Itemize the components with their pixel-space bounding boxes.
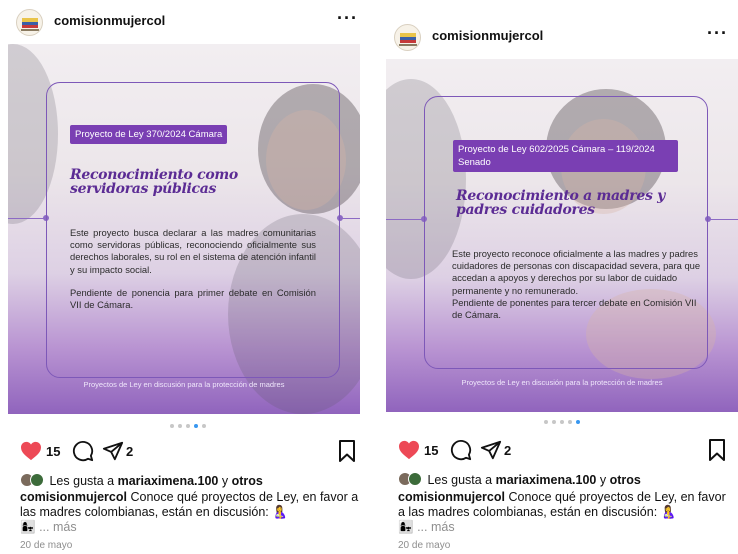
post-header: comisionmujercol ··· (386, 15, 738, 59)
comment-icon[interactable] (450, 439, 472, 461)
post-header: comisionmujercol ··· (8, 0, 368, 44)
bill-title: Reconocimiento a madres y padres cuidado… (456, 188, 665, 218)
post-caption: comisionmujercol Conoce qué proyectos de… (20, 490, 359, 534)
image-footer: Proyectos de Ley en discusión para la pr… (461, 378, 663, 387)
caption-username[interactable]: comisionmujercol (20, 490, 127, 504)
post-caption: comisionmujercol Conoce qué proyectos de… (398, 490, 726, 534)
profile-avatar[interactable] (16, 9, 43, 36)
heart-icon[interactable] (398, 440, 420, 460)
like-count[interactable]: 15 (46, 444, 60, 459)
bill-tag: Proyecto de Ley 602/2025 Cámara – 119/20… (453, 140, 678, 172)
bill-description: Este proyecto reconoce oficialmente a la… (452, 248, 701, 321)
username-link[interactable]: comisionmujercol (54, 13, 165, 28)
heart-icon[interactable] (20, 441, 42, 461)
comment-icon[interactable] (72, 440, 94, 462)
post-date: 20 de mayo (398, 540, 451, 551)
post-actions: 15 2 (386, 436, 738, 466)
post-image[interactable]: Proyecto de Ley 602/2025 Cámara – 119/20… (386, 59, 738, 412)
share-icon[interactable] (102, 440, 124, 462)
liker-avatars (398, 472, 424, 486)
mother-baby-emoji: 🤱 (660, 505, 677, 519)
more-link[interactable]: ... más (417, 520, 455, 534)
caption-username[interactable]: comisionmujercol (398, 490, 505, 504)
bill-description: Este proyecto busca declarar a las madre… (70, 227, 316, 311)
family-emoji: 👩‍👧 (398, 520, 414, 534)
carousel-indicator (386, 420, 738, 424)
bookmark-icon[interactable] (708, 439, 726, 461)
liker-avatars (20, 473, 46, 487)
bookmark-icon[interactable] (338, 440, 356, 462)
username-link[interactable]: comisionmujercol (432, 28, 543, 43)
share-count: 2 (126, 444, 134, 459)
share-count: 2 (504, 443, 512, 458)
bill-title: Reconocimiento como servidoras públicas (70, 167, 238, 197)
post-date: 20 de mayo (20, 540, 73, 551)
profile-avatar[interactable] (394, 24, 421, 51)
post-2: comisionmujercol ··· Proyecto de Ley 602… (386, 15, 738, 554)
post-image[interactable]: Proyecto de Ley 370/2024 Cámara Reconoci… (8, 44, 360, 414)
family-emoji: 👩‍👧 (20, 520, 36, 534)
image-footer: Proyectos de Ley en discusión para la pr… (83, 380, 285, 389)
liked-by[interactable]: Les gusta a mariaximena.100 y otros (20, 473, 263, 488)
bill-tag: Proyecto de Ley 370/2024 Cámara (70, 125, 228, 144)
mother-baby-emoji: 🤱 (272, 505, 288, 519)
post-1: comisionmujercol ··· Proyecto de Ley 370… (8, 0, 368, 554)
like-count[interactable]: 15 (424, 443, 438, 458)
share-icon[interactable] (480, 439, 502, 461)
more-link[interactable]: ... más (39, 520, 77, 534)
info-card-frame (424, 96, 708, 369)
post-actions: 15 2 (8, 437, 368, 467)
carousel-indicator (8, 424, 368, 428)
more-options-icon[interactable]: ··· (707, 23, 728, 44)
liked-by[interactable]: Les gusta a mariaximena.100 y otros (398, 472, 641, 487)
more-options-icon[interactable]: ··· (337, 8, 358, 29)
